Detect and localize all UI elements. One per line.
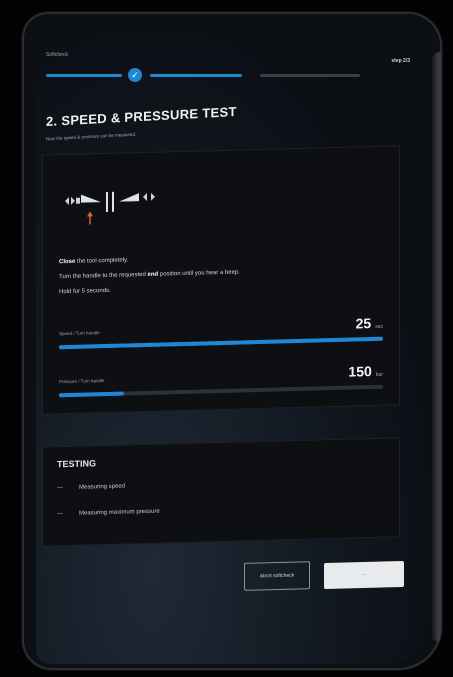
stepper-track-pending	[260, 74, 360, 77]
test-panel: Close the tool completely. Turn the hand…	[42, 145, 400, 415]
abort-softcheck-button[interactable]: Abort softcheck	[244, 561, 310, 591]
check-icon: —	[57, 511, 63, 518]
progress-stepper: Softcheck step 2/3 ✓	[46, 52, 416, 82]
tablet-edge	[432, 52, 442, 642]
test-item-pressure: — Measuring maximum pressure	[57, 508, 160, 518]
check-icon: —	[57, 485, 63, 492]
speed-progress-bar	[59, 336, 383, 350]
speed-value: 25 sec	[355, 315, 383, 332]
speed-progress-fill	[59, 336, 383, 350]
stepper-track-completed	[46, 74, 122, 77]
pressure-progress-fill	[59, 391, 124, 398]
pressure-value: 150 bar	[348, 363, 383, 380]
instructions-text: Close the tool completely. Turn the hand…	[59, 251, 240, 301]
tablet-device: Softcheck step 2/3 ✓ 2. SPEED & PRESSURE…	[22, 12, 442, 670]
pressure-meter-label: Pressure / Turn handle	[59, 378, 105, 385]
speed-meter: Speed / Turn handle 25 sec	[59, 315, 383, 350]
pressure-progress-bar	[59, 384, 383, 398]
stepper-label: Softcheck	[46, 52, 68, 58]
page-subtitle: Now the speed & pressure can be measured…	[46, 131, 137, 142]
test-item-speed: — Measuring speed	[57, 483, 126, 492]
pressure-meter: Pressure / Turn handle 150 bar	[59, 363, 383, 398]
step-complete-check-icon: ✓	[128, 68, 142, 82]
next-button[interactable]: —	[324, 560, 404, 590]
speed-meter-label: Speed / Turn handle	[59, 330, 100, 337]
page-title: 2. SPEED & PRESSURE TEST	[46, 104, 237, 129]
tool-handle-diagram-icon	[65, 191, 155, 225]
tablet-screen: Softcheck step 2/3 ✓ 2. SPEED & PRESSURE…	[36, 34, 428, 664]
testing-title: TESTING	[57, 458, 97, 470]
testing-panel: TESTING — Measuring speed — Measuring maxi…	[42, 437, 400, 547]
step-counter: step 2/3	[391, 58, 410, 64]
stepper-track-current	[150, 74, 242, 77]
